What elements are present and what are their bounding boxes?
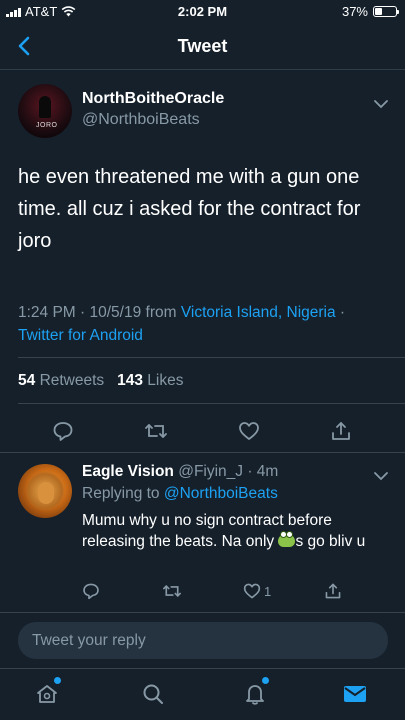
battery-percent: 37% (341, 4, 368, 19)
caret-down-icon (374, 100, 388, 109)
compose-bar: Tweet your reply (0, 612, 405, 668)
reply-like-count: 1 (264, 583, 272, 599)
retweet-icon (145, 424, 167, 438)
avatar-face (38, 482, 54, 504)
reply-retweet-button[interactable] (162, 580, 182, 602)
reply-header: Eagle Vision @Fiyin_J · 4m (82, 463, 278, 481)
home-icon (37, 685, 57, 703)
notifications-dot (262, 677, 269, 684)
like-icon (243, 583, 261, 599)
reply-actions: 1 (0, 580, 405, 602)
share-icon (325, 583, 341, 599)
reply-tweet[interactable]: Eagle Vision @Fiyin_J · 4m Replying to @… (0, 452, 405, 600)
share-button[interactable] (328, 418, 354, 444)
tweet-meta: 1:24 PM · 10/5/19 from Victoria Island, … (18, 301, 393, 347)
tab-messages[interactable] (342, 681, 368, 707)
reply-menu-button[interactable] (373, 468, 389, 486)
reply-like-button[interactable]: 1 (243, 580, 271, 602)
tab-notifications[interactable] (242, 677, 269, 707)
share-icon (332, 422, 350, 440)
tweet-menu-button[interactable] (373, 96, 389, 114)
home-notification-dot (54, 677, 61, 684)
avatar[interactable] (18, 464, 72, 518)
like-icon (239, 422, 259, 440)
reply-button[interactable] (50, 418, 76, 444)
author-handle[interactable]: @NorthboiBeats (82, 111, 200, 129)
like-button[interactable] (236, 418, 262, 444)
retweets-stat[interactable]: 54 Retweets (18, 372, 104, 389)
battery-icon (373, 6, 399, 17)
divider (18, 403, 405, 404)
tab-search[interactable] (140, 681, 166, 707)
frog-emoji-icon (278, 531, 296, 547)
retweets-count: 54 (18, 372, 36, 389)
reply-icon (53, 422, 73, 441)
reply-text-end: s go bliv u (295, 533, 366, 550)
likes-stat[interactable]: 143 Likes (117, 372, 183, 389)
replying-to: Replying to @NorthboiBeats (82, 485, 278, 503)
messages-icon (344, 686, 366, 702)
tweet-actions (0, 418, 405, 444)
reply-icon (83, 583, 99, 600)
tab-home[interactable] (34, 677, 61, 707)
nav-bar: Tweet (0, 22, 405, 70)
location-link[interactable]: Victoria Island, Nigeria (181, 304, 336, 321)
avatar-label: JORO (36, 122, 58, 129)
likes-label: Likes (147, 372, 184, 389)
client-link[interactable]: Twitter for Android (18, 327, 143, 344)
author-display-name[interactable]: NorthBoitheOracle (82, 90, 224, 108)
search-icon (143, 684, 163, 704)
tab-bar (0, 668, 405, 720)
likes-count: 143 (117, 372, 143, 389)
meta-separator: · (335, 304, 346, 321)
battery-fill (375, 8, 383, 15)
avatar-figure (39, 96, 51, 118)
status-right: 37% (341, 4, 399, 19)
reply-handle-time: @Fiyin_J · 4m (178, 463, 279, 480)
status-bar: AT&T 2:02 PM 37% (0, 0, 405, 22)
reply-text: Mumu why u no sign contract before relea… (82, 510, 382, 552)
reply-input-placeholder: Tweet your reply (32, 632, 146, 649)
retweets-label: Retweets (39, 372, 105, 389)
reply-reply-button[interactable] (82, 580, 100, 602)
tweet-text: he even threatened me with a gun one tim… (18, 166, 361, 252)
replying-to-link[interactable]: @NorthboiBeats (164, 485, 278, 502)
tweet-timestamp: 1:24 PM · 10/5/19 from (18, 304, 181, 321)
reply-input[interactable]: Tweet your reply (18, 622, 388, 659)
tweet-stats: 54 Retweets 143 Likes (18, 372, 183, 390)
avatar[interactable]: JORO (18, 84, 72, 138)
page-title: Tweet (177, 36, 228, 56)
retweet-icon (163, 585, 181, 597)
retweet-button[interactable] (143, 418, 169, 444)
divider (18, 357, 405, 358)
replying-prefix: Replying to (82, 485, 164, 502)
reply-display-name[interactable]: Eagle Vision (82, 463, 174, 480)
caret-down-icon (374, 472, 388, 481)
reply-share-button[interactable] (324, 580, 342, 602)
notifications-icon (246, 685, 264, 705)
